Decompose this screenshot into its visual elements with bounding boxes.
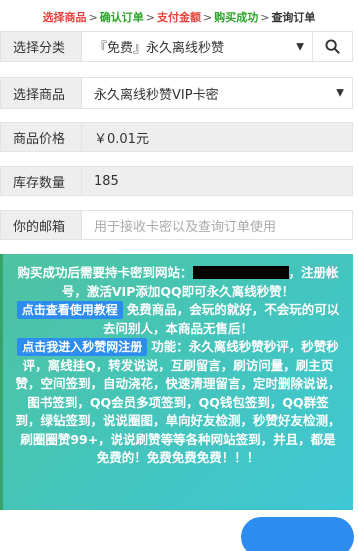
caret-down-icon: ▼	[296, 41, 304, 52]
stock-field: 185	[82, 167, 352, 195]
step-separator: >	[260, 10, 270, 24]
notice-text-4: 功能：永久离线秒赞秒评，秒赞秒评，离线挂Q，转发说说，互刷留言，刷访问量，刷主页…	[15, 339, 341, 465]
email-label: 你的邮箱	[1, 211, 82, 239]
register-button[interactable]: 点击我进入秒赞网注册	[17, 338, 148, 356]
stock-label: 库存数量	[1, 167, 82, 195]
notice-panel: 购买成功后需要持卡密到网站： ，注册帐号，激活VIP添加QQ即可永久离线秒赞！ 点…	[0, 254, 353, 510]
product-selected-value: 永久离线秒赞VIP卡密	[94, 87, 219, 103]
notice-text-1: 购买成功后需要持卡密到网站：	[17, 265, 193, 280]
step-separator: >	[203, 10, 213, 24]
email-row: 你的邮箱 用于接收卡密以及查询订单使用	[0, 210, 353, 240]
category-label: 选择分类	[1, 32, 82, 61]
stock-value: 185	[94, 173, 119, 189]
step-separator: >	[88, 10, 98, 24]
category-row: 选择分类 『免费』永久离线秒赞 ▼	[0, 31, 353, 62]
product-row: 选择商品 永久离线秒赞VIP卡密 ▼	[0, 77, 353, 109]
caret-down-icon: ▼	[336, 87, 344, 99]
step-confirm-order: 确认订单	[99, 11, 144, 24]
floating-button[interactable]	[241, 517, 354, 551]
notice-text-3: 免费商品，会玩的就好，不会玩的可以去问别人，本商品无售后！	[102, 302, 340, 336]
category-selected-value: 『免费』永久离线秒赞	[94, 41, 225, 56]
step-pay: 支付金额	[157, 11, 201, 24]
redacted-url	[192, 266, 289, 279]
email-placeholder: 用于接收卡密以及查询订单使用	[94, 219, 277, 235]
search-icon	[325, 39, 340, 54]
price-value: ￥0.01元	[94, 131, 149, 147]
price-row: 商品价格 ￥0.01元	[0, 122, 353, 152]
step-success: 购买成功	[214, 11, 259, 24]
step-separator: >	[145, 10, 155, 24]
price-field: ￥0.01元	[82, 123, 352, 151]
product-label: 选择商品	[1, 78, 82, 108]
step-query-order[interactable]: 查询订单	[271, 9, 315, 25]
search-button[interactable]	[312, 32, 352, 61]
step-select-product: 选择商品	[42, 11, 87, 24]
order-steps: 选择商品 > 确认订单 > 支付金额 > 购买成功 > 查询订单	[0, 0, 358, 34]
tutorial-button[interactable]: 点击查看使用教程	[16, 301, 123, 319]
email-input[interactable]: 用于接收卡密以及查询订单使用	[82, 211, 352, 239]
price-label: 商品价格	[1, 123, 82, 151]
category-select[interactable]: 『免费』永久离线秒赞 ▼	[82, 32, 312, 61]
product-select[interactable]: 永久离线秒赞VIP卡密 ▼	[82, 78, 352, 108]
stock-row: 库存数量 185	[0, 166, 353, 196]
